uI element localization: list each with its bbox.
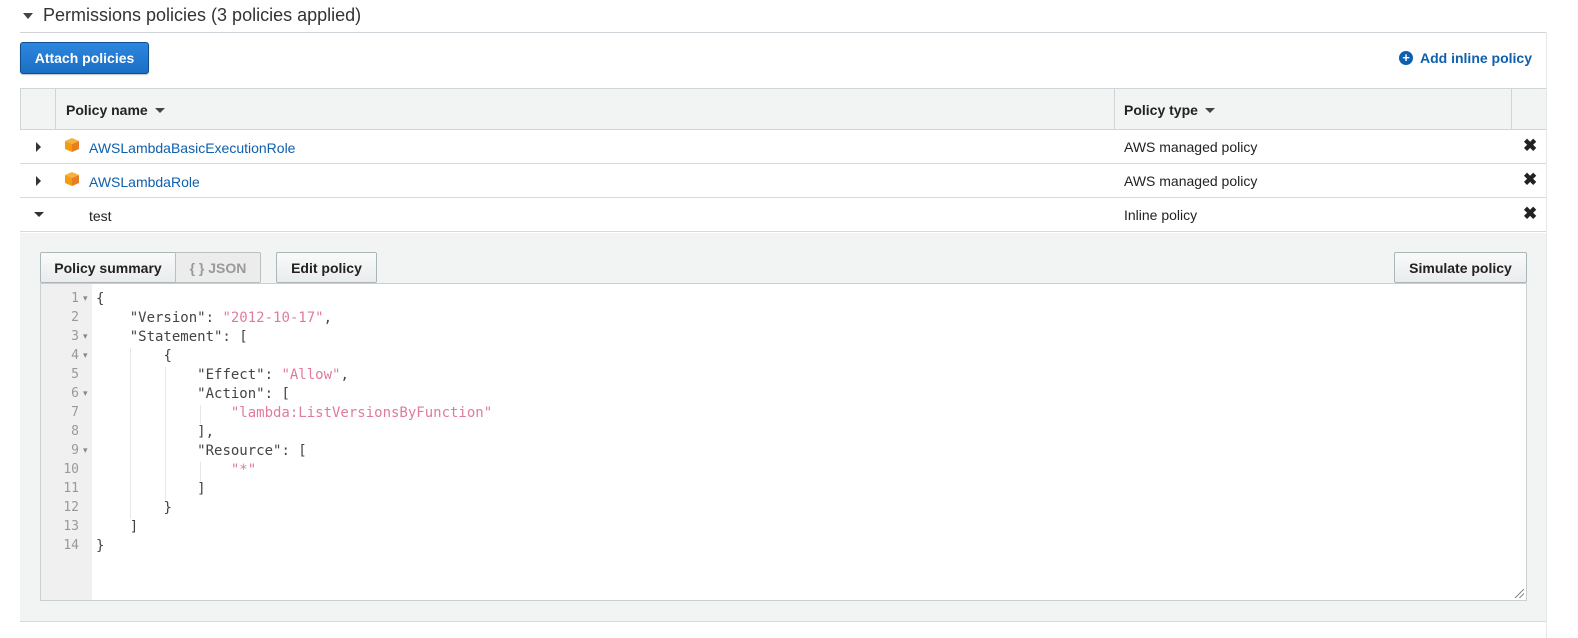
sort-caret-icon — [1204, 107, 1215, 113]
expand-row-icon[interactable] — [36, 176, 41, 186]
code-line: "lambda:ListVersionsByFunction" — [96, 405, 492, 421]
json-string: "2012-10-17" — [222, 310, 324, 326]
add-inline-policy-link[interactable]: + Add inline policy — [1399, 49, 1532, 67]
line-number: 6 — [71, 386, 79, 401]
column-divider — [1511, 89, 1512, 129]
remove-policy-icon[interactable]: ✖ — [1523, 136, 1537, 156]
code-line: "*" — [96, 462, 256, 478]
code-line: } — [96, 500, 172, 516]
fold-arrow-icon[interactable]: ▾ — [83, 351, 88, 361]
policy-type: Inline policy — [1124, 207, 1198, 223]
table-row[interactable]: AWSLambdaBasicExecutionRole AWS managed … — [20, 130, 1547, 164]
line-number: 13 — [63, 519, 79, 534]
column-divider — [55, 89, 56, 129]
aws-cube-icon — [65, 138, 79, 152]
table-row[interactable]: test Inline policy ✖ — [20, 198, 1547, 232]
fold-arrow-icon[interactable]: ▾ — [83, 389, 88, 399]
panel-right-border — [1546, 32, 1547, 638]
attach-policies-button[interactable]: Attach policies — [20, 42, 149, 74]
table-row[interactable]: AWSLambdaRole AWS managed policy ✖ — [20, 164, 1547, 198]
simulate-policy-button[interactable]: Simulate policy — [1394, 252, 1527, 283]
line-number: 9 — [71, 443, 79, 458]
collapse-caret-icon[interactable] — [23, 13, 33, 19]
resize-handle-icon[interactable] — [1515, 589, 1524, 598]
plus-circle-icon: + — [1399, 51, 1413, 65]
line-number: 12 — [63, 500, 79, 515]
json-brace: { — [163, 348, 172, 364]
code-line: } — [96, 538, 105, 554]
column-header-label: Policy type — [1124, 102, 1198, 118]
policy-name-link[interactable]: AWSLambdaBasicExecutionRole — [89, 140, 295, 156]
code-line: "Statement": [ — [96, 329, 248, 345]
json-bracket: ] — [197, 481, 206, 497]
policy-type: AWS managed policy — [1124, 139, 1258, 155]
fold-arrow-icon[interactable]: ▾ — [83, 332, 88, 342]
policy-type: AWS managed policy — [1124, 173, 1258, 189]
json-key: "Action": [ — [197, 386, 290, 402]
json-string: "lambda:ListVersionsByFunction" — [230, 405, 493, 421]
json-key: "Statement": [ — [129, 329, 248, 345]
column-header-policy-name[interactable]: Policy name — [66, 102, 165, 118]
tab-policy-summary[interactable]: Policy summary — [40, 252, 176, 283]
aws-cube-icon — [65, 172, 79, 186]
permissions-section-header[interactable]: Permissions policies (3 policies applied… — [20, 0, 1546, 33]
line-number: 14 — [63, 538, 79, 553]
line-number: 4 — [71, 348, 79, 363]
code-line: { — [96, 291, 105, 307]
column-header-label: Policy name — [66, 102, 148, 118]
line-number: 3 — [71, 329, 79, 344]
tab-json[interactable]: { } JSON — [175, 252, 261, 283]
section-title: Permissions policies (3 policies applied… — [43, 5, 362, 25]
fold-arrow-icon[interactable]: ▾ — [83, 446, 88, 456]
column-divider — [1114, 89, 1115, 129]
code-line: ] — [96, 481, 206, 497]
json-string: "*" — [230, 462, 257, 478]
remove-policy-icon[interactable]: ✖ — [1523, 170, 1537, 190]
line-number-gutter: 1 ▾ 2 3 ▾ 4 ▾ 5 6 ▾ 7 8 9 ▾ 10 11 12 13 … — [41, 284, 92, 600]
json-brace: } — [163, 500, 172, 516]
json-code-editor[interactable]: 1 ▾ 2 3 ▾ 4 ▾ 5 6 ▾ 7 8 9 ▾ 10 11 12 13 … — [40, 283, 1527, 601]
line-number: 8 — [71, 424, 79, 439]
json-bracket: ] — [129, 519, 139, 535]
json-bracket: ], — [197, 424, 215, 440]
table-header: Policy name Policy type — [20, 88, 1547, 130]
expand-row-icon[interactable] — [36, 142, 41, 152]
column-header-policy-type[interactable]: Policy type — [1124, 102, 1215, 118]
json-key: "Resource": [ — [197, 443, 307, 459]
code-line: "Version": "2012-10-17", — [129, 310, 333, 326]
code-line: "Action": [ — [96, 386, 290, 402]
json-string: "Allow" — [281, 367, 341, 383]
line-number: 7 — [71, 405, 79, 420]
add-inline-policy-label: Add inline policy — [1420, 50, 1533, 66]
line-number: 1 — [71, 291, 79, 306]
code-line: ], — [96, 424, 214, 440]
policy-name-link[interactable]: AWSLambdaRole — [89, 174, 200, 190]
line-number: 11 — [63, 481, 79, 496]
policy-name: test — [89, 208, 112, 224]
code-line: "Effect": "Allow", — [197, 367, 349, 383]
code-line: { — [96, 348, 172, 364]
collapse-row-icon[interactable] — [34, 212, 44, 217]
code-line: "Resource": [ — [96, 443, 307, 459]
fold-arrow-icon[interactable]: ▾ — [83, 294, 88, 304]
line-number: 2 — [71, 310, 79, 325]
line-number: 10 — [63, 462, 79, 477]
sort-caret-icon — [154, 107, 165, 113]
policy-detail-panel: Policy summary { } JSON Edit policy Simu… — [20, 233, 1547, 622]
json-key: "Effect" — [197, 367, 265, 383]
json-key: "Version" — [129, 310, 206, 326]
code-line: ] — [96, 519, 138, 535]
line-number: 5 — [71, 367, 79, 382]
remove-policy-icon[interactable]: ✖ — [1523, 204, 1537, 224]
edit-policy-button[interactable]: Edit policy — [276, 252, 377, 283]
